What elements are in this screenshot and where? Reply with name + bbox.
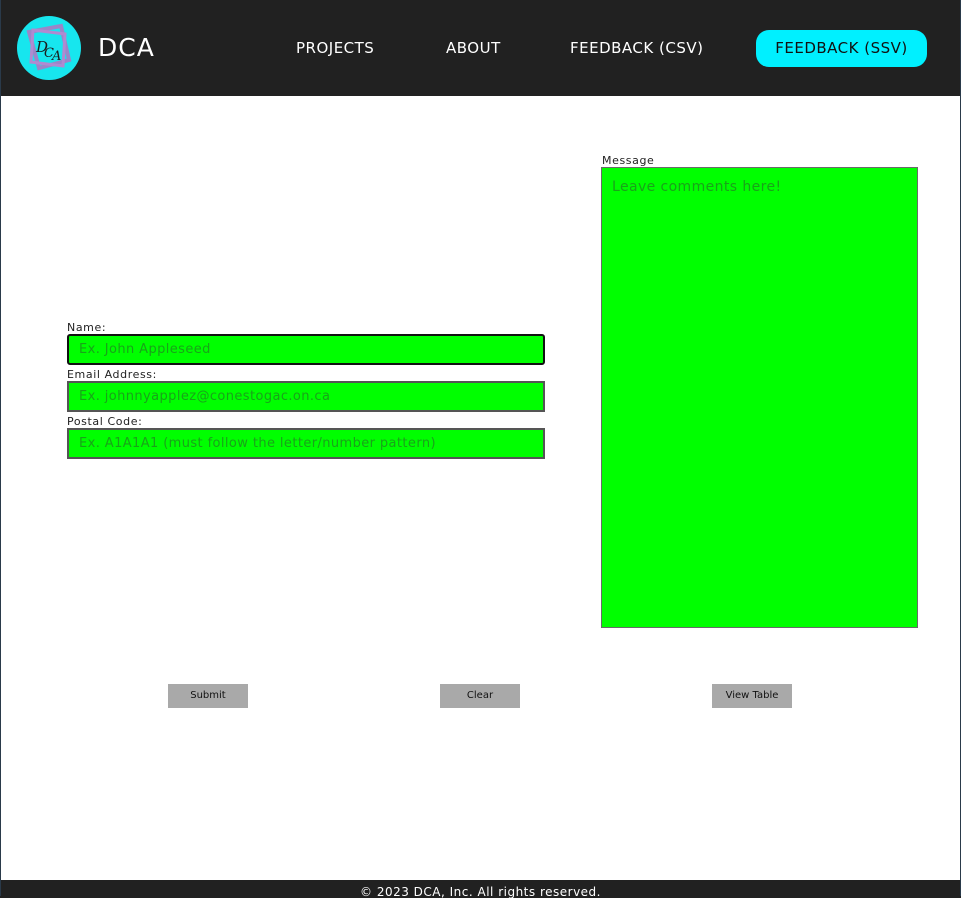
submit-button[interactable]: Submit xyxy=(168,684,248,708)
nav-about-link[interactable]: ABOUT xyxy=(446,38,501,58)
svg-text:A: A xyxy=(51,49,61,64)
name-label: Name: xyxy=(67,321,107,334)
message-textarea[interactable] xyxy=(601,167,918,628)
nav-projects-link[interactable]: PROJECTS xyxy=(296,38,374,58)
clear-button[interactable]: Clear xyxy=(440,684,520,708)
nav-feedback-csv-link[interactable]: FEEDBACK (CSV) xyxy=(570,38,703,58)
site-footer: © 2023 DCA, Inc. All rights reserved. xyxy=(0,880,961,899)
postal-code-label: Postal Code: xyxy=(67,415,143,428)
name-input[interactable] xyxy=(67,334,545,365)
message-label: Message xyxy=(602,154,655,167)
email-input[interactable] xyxy=(67,381,545,412)
postal-code-input[interactable] xyxy=(67,428,545,459)
brand-name[interactable]: DCA xyxy=(98,30,155,66)
nav-feedback-ssv-link[interactable]: FEEDBACK (SSV) xyxy=(756,30,927,67)
email-label: Email Address: xyxy=(67,368,157,381)
site-header: D C A DCA PROJECTS ABOUT FEEDBACK (CSV) … xyxy=(0,0,961,96)
copyright-text: © 2023 DCA, Inc. All rights reserved. xyxy=(360,885,601,899)
dca-logo-icon[interactable]: D C A xyxy=(17,16,81,80)
view-table-button[interactable]: View Table xyxy=(712,684,792,708)
